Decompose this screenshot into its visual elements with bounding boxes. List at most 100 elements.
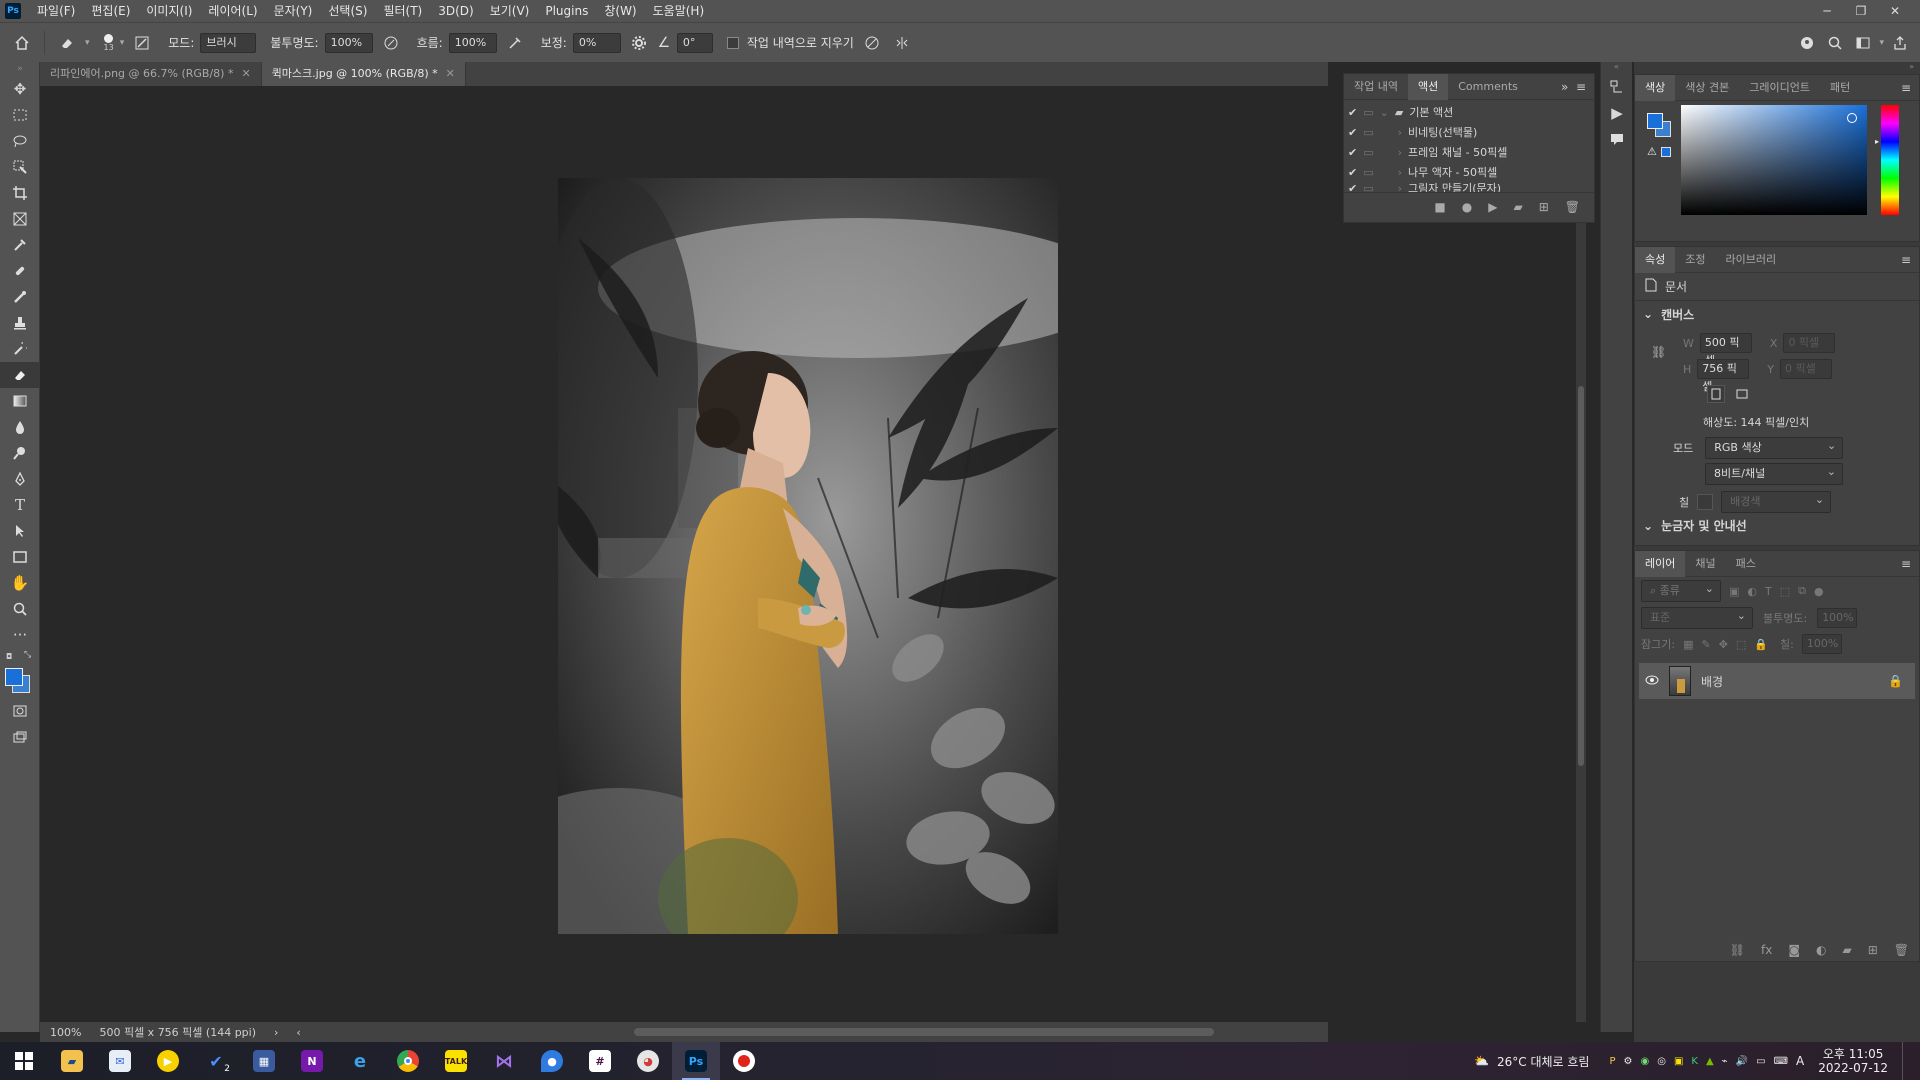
panel-menu-icon[interactable]: ≡	[1901, 81, 1911, 95]
chevron-down-icon[interactable]: ▾	[120, 38, 125, 48]
close-button[interactable]: ✕	[1878, 0, 1912, 22]
check-icon[interactable]: ✔	[1348, 126, 1357, 139]
hand-tool-icon[interactable]: ✋	[0, 570, 40, 596]
kakaotalk-icon[interactable]: TALK	[432, 1042, 480, 1080]
chevron-right-icon[interactable]: ›	[1398, 166, 1402, 179]
minimize-button[interactable]: ─	[1810, 0, 1844, 22]
menu-type[interactable]: 문자(Y)	[266, 0, 321, 22]
collapse-icon[interactable]: «	[1601, 62, 1632, 74]
tab-adjustments[interactable]: 조정	[1675, 247, 1715, 273]
dialog-toggle-icon[interactable]: ▭	[1363, 126, 1373, 139]
zoom-tool-icon[interactable]	[0, 596, 40, 622]
color-swatches[interactable]	[1647, 113, 1673, 139]
keyboard-icon[interactable]: ⌨	[1774, 1056, 1788, 1067]
share-icon[interactable]	[1888, 31, 1912, 55]
web-safe-swatch[interactable]	[1661, 147, 1671, 157]
screen-recorder-icon[interactable]	[720, 1042, 768, 1080]
fx-icon[interactable]: fx	[1761, 943, 1772, 957]
eraser-tool-icon[interactable]	[0, 362, 40, 388]
history-brush-tool-icon[interactable]	[0, 336, 40, 362]
lock-artboard-icon[interactable]: ⬚	[1736, 638, 1746, 651]
tab-patterns[interactable]: 패턴	[1820, 75, 1860, 101]
tab-libraries[interactable]: 라이브러리	[1716, 247, 1787, 273]
actions-panel-icon[interactable]: ▶	[1601, 100, 1633, 126]
calculator-icon[interactable]: ▦	[240, 1042, 288, 1080]
gear-icon[interactable]	[627, 31, 651, 55]
panel-menu-icon[interactable]: ≡	[1901, 253, 1911, 267]
trash-icon[interactable]: 🗑	[1894, 943, 1909, 957]
tab-paths[interactable]: 패스	[1726, 551, 1766, 577]
gradient-tool-icon[interactable]	[0, 388, 40, 414]
pen-tool-icon[interactable]	[0, 466, 40, 492]
weather-text[interactable]: 26°C 대체로 흐림	[1497, 1053, 1589, 1070]
flow-input[interactable]: 100%	[448, 32, 497, 53]
erase-history-checkbox[interactable]	[726, 36, 739, 49]
portrait-icon[interactable]	[1707, 385, 1725, 403]
fill-swatch[interactable]	[1697, 494, 1714, 510]
chevron-down-icon[interactable]: ▾	[1879, 38, 1884, 48]
group-folder-icon[interactable]: ▰	[1842, 943, 1851, 957]
maps-icon[interactable]: ●	[528, 1042, 576, 1080]
menu-window[interactable]: 창(W)	[596, 0, 644, 22]
eraser-tool-icon[interactable]	[55, 31, 79, 55]
canvas-section-header[interactable]: ⌄ 캔버스	[1635, 301, 1919, 327]
hue-slider-handle[interactable]: ▸	[1875, 137, 1879, 146]
dialog-toggle-icon[interactable]: ▭	[1363, 106, 1373, 119]
tray-app-icon[interactable]: ⚙	[1624, 1056, 1633, 1067]
height-input[interactable]: 756 픽셀	[1697, 359, 1750, 393]
home-icon[interactable]	[10, 31, 34, 55]
chrome-icon[interactable]	[384, 1042, 432, 1080]
check-icon[interactable]: ✔	[1348, 166, 1357, 179]
tab-color[interactable]: 색상	[1635, 74, 1676, 101]
history-panel-icon[interactable]	[1601, 74, 1633, 100]
type-tool-icon[interactable]: T	[0, 492, 40, 518]
filter-toggle-icon[interactable]: ●	[1814, 585, 1824, 598]
edge-icon[interactable]: e	[336, 1042, 384, 1080]
todo-app-icon[interactable]: ✔ 2	[192, 1042, 240, 1080]
tray-app-icon[interactable]: ◉	[1640, 1056, 1649, 1067]
color-swatches[interactable]: ◘ ⤡	[0, 648, 40, 698]
chevron-right-icon[interactable]: ›	[1398, 126, 1402, 139]
collapse-icon[interactable]: »	[0, 62, 40, 76]
dialog-toggle-icon[interactable]: ▭	[1363, 166, 1373, 179]
menu-select[interactable]: 선택(S)	[320, 0, 375, 22]
layer-fill-input[interactable]: 100%	[1801, 634, 1842, 654]
dialog-toggle-icon[interactable]: ▭	[1363, 182, 1373, 192]
fill-select[interactable]: 배경색	[1721, 490, 1832, 513]
ime-indicator[interactable]: A	[1796, 1054, 1804, 1068]
workspace-icon[interactable]	[1851, 31, 1875, 55]
smart-object-filter-icon[interactable]: ⧉	[1798, 584, 1806, 598]
new-action-icon[interactable]: ⊞	[1539, 200, 1549, 214]
default-colors-icon[interactable]: ◘	[6, 652, 12, 661]
onenote-icon[interactable]: N	[288, 1042, 336, 1080]
link-layers-icon[interactable]: ⛓	[1730, 943, 1745, 957]
move-tool-icon[interactable]: ✥	[0, 76, 40, 102]
eyedropper-tool-icon[interactable]	[0, 232, 40, 258]
path-selection-tool-icon[interactable]	[0, 518, 40, 544]
rectangle-tool-icon[interactable]	[0, 544, 40, 570]
horizontal-scrollbar[interactable]	[340, 1026, 1300, 1038]
chevron-right-icon[interactable]: ›	[1398, 146, 1402, 159]
color-mode-select[interactable]: RGB 색상	[1705, 436, 1844, 459]
mode-select[interactable]: 브러시	[200, 32, 257, 53]
chevron-down-icon[interactable]: ⌄	[1380, 106, 1389, 119]
chevron-down-icon[interactable]: ⌄	[1643, 307, 1653, 321]
quick-mask-icon[interactable]	[0, 698, 40, 724]
shape-filter-icon[interactable]: ⬚	[1780, 585, 1790, 598]
start-button[interactable]	[0, 1042, 48, 1080]
crop-tool-icon[interactable]	[0, 180, 40, 206]
frame-tool-icon[interactable]	[0, 206, 40, 232]
pressure-opacity-icon[interactable]	[379, 31, 403, 55]
nvidia-icon[interactable]: ▲	[1706, 1056, 1714, 1067]
check-icon[interactable]: ✔	[1348, 182, 1357, 192]
record-icon[interactable]: ●	[1462, 200, 1472, 214]
kakaotalk-tray-icon[interactable]: ▣	[1674, 1056, 1683, 1067]
close-icon[interactable]: ✕	[446, 62, 455, 86]
clone-stamp-tool-icon[interactable]	[0, 310, 40, 336]
color-field[interactable]	[1681, 105, 1867, 215]
width-input[interactable]: 500 픽셀	[1699, 333, 1752, 367]
landscape-icon[interactable]	[1733, 385, 1751, 403]
messenger-app-icon[interactable]: ✉	[96, 1042, 144, 1080]
restore-button[interactable]: ❐	[1844, 0, 1878, 22]
panel-menu-icon[interactable]: » ≡	[1561, 80, 1586, 94]
